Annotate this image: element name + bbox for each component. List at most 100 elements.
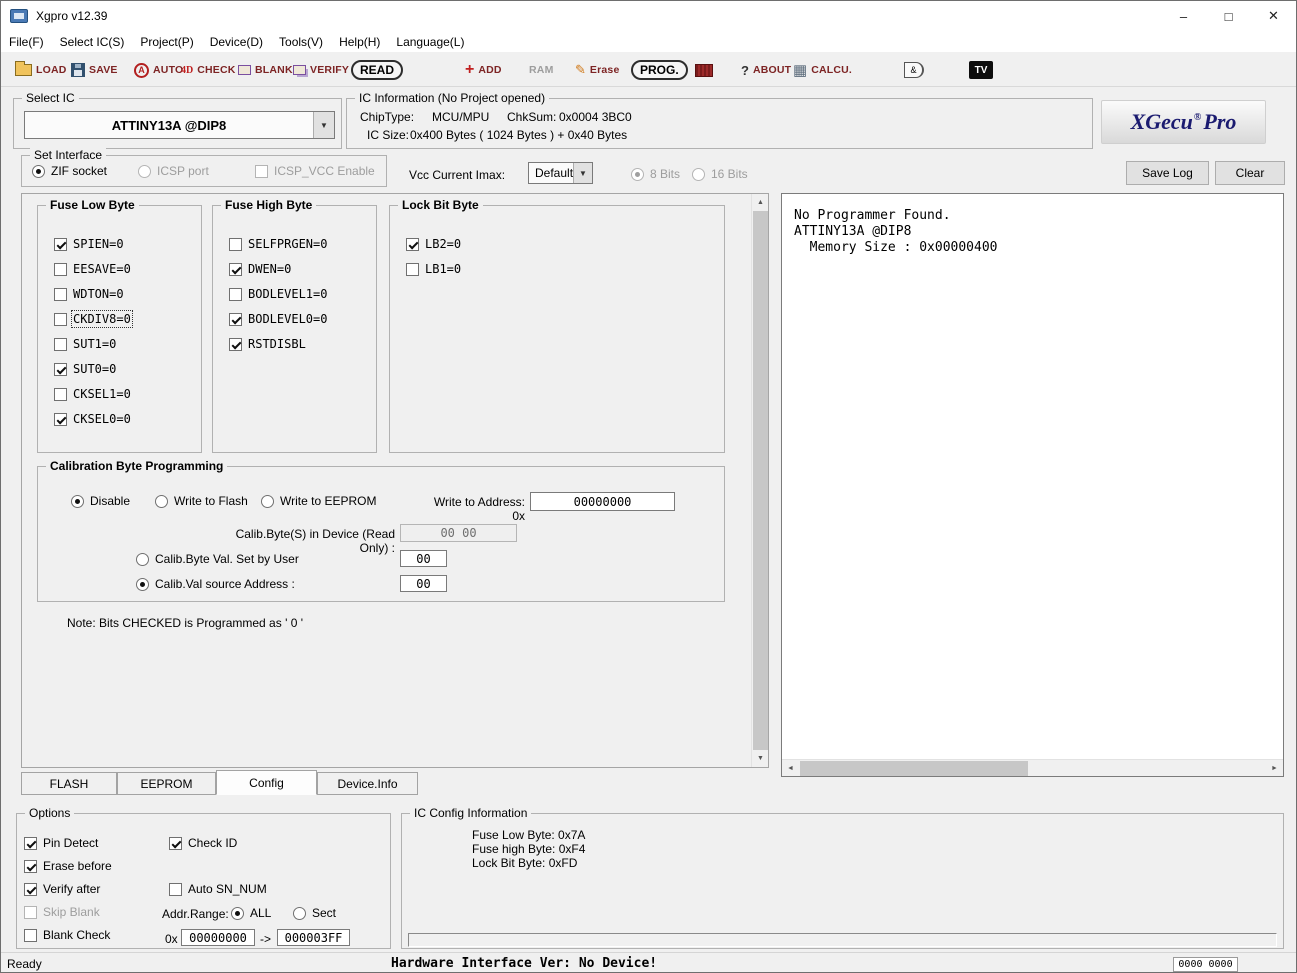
icsp-vcc-checkbox: ICSP_VCC Enable — [255, 164, 375, 178]
erase-button[interactable]: ✎Erase — [575, 53, 620, 87]
prog-button[interactable]: PROG. — [631, 53, 688, 87]
app-icon — [10, 9, 28, 23]
save-log-button[interactable]: Save Log — [1126, 161, 1209, 185]
menu-item-tools[interactable]: Tools(V) — [271, 31, 331, 53]
ic-combobox-dropdown-button[interactable]: ▼ — [313, 112, 334, 138]
verify-button[interactable]: VERIFY — [293, 53, 349, 87]
add-label: ADD — [478, 64, 501, 76]
tab-device-info[interactable]: Device.Info — [317, 772, 418, 795]
fuse-eesave-checkbox[interactable]: EESAVE=0 — [54, 262, 131, 276]
blank-check-checkbox[interactable]: Blank Check — [24, 928, 110, 942]
scroll-thumb[interactable] — [753, 211, 768, 750]
ic-combobox[interactable]: ATTINY13A @DIP8 ▼ — [24, 111, 335, 139]
menu-item-file[interactable]: File(F) — [1, 31, 52, 53]
verify-after-checkbox[interactable]: Verify after — [24, 882, 100, 896]
logic-test-button[interactable]: & — [904, 53, 924, 87]
fuse-bodlevel1-checkbox[interactable]: BODLEVEL1=0 — [229, 287, 327, 301]
calib-source-addr-radio[interactable]: Calib.Val source Address : — [136, 577, 295, 591]
calcu-label: CALCU. — [811, 64, 852, 76]
about-button[interactable]: ?ABOUT — [741, 53, 791, 87]
load-label: LOAD — [36, 64, 67, 76]
fuse-rstdisbl-checkbox[interactable]: RSTDISBL — [229, 337, 306, 351]
ic-info-group: IC Information (No Project opened) ChipT… — [346, 98, 1093, 149]
calib-user-val-input[interactable] — [400, 550, 447, 567]
calib-disable-radio[interactable]: Disable — [71, 494, 130, 508]
check-id-checkbox[interactable]: Check ID — [169, 836, 237, 850]
calib-write-eeprom-radio[interactable]: Write to EEPROM — [261, 494, 376, 508]
logic-gate-icon: & — [904, 62, 924, 78]
lock-lb1-checkbox[interactable]: LB1=0 — [406, 262, 461, 276]
scroll-up-icon: ▲ — [757, 199, 764, 206]
addr-range-sect-radio[interactable]: Sect — [293, 906, 336, 920]
menu-item-select-ic[interactable]: Select IC(S) — [52, 31, 133, 53]
toolbar: LOAD SAVE AAUTO 4DCHECK BLANK VERIFY REA… — [1, 53, 1296, 87]
chevron-down-icon[interactable]: ▼ — [573, 163, 592, 183]
calib-source-addr-input[interactable] — [400, 575, 447, 592]
fuse-dwen-checkbox[interactable]: DWEN=0 — [229, 262, 291, 276]
auto-button[interactable]: AAUTO — [134, 53, 183, 87]
calib-write-eeprom-label: Write to EEPROM — [280, 494, 376, 508]
vcc-current-select[interactable]: Default ▼ — [528, 162, 593, 184]
addr-range-sect-label: Sect — [312, 906, 336, 920]
menu-item-device[interactable]: Device(D) — [202, 31, 271, 53]
chiptype-value: MCU/MPU — [432, 110, 489, 124]
calib-user-val-radio[interactable]: Calib.Byte Val. Set by User — [136, 552, 299, 566]
lock-lb2-checkbox[interactable]: LB2=0 — [406, 237, 461, 251]
fuse-selfprgen-checkbox[interactable]: SELFPRGEN=0 — [229, 237, 327, 251]
zif-socket-radio[interactable]: ZIF socket — [32, 164, 107, 178]
tv-button[interactable]: TV — [969, 53, 993, 87]
write-addr-input[interactable] — [530, 492, 675, 511]
pin-detect-checkbox[interactable]: Pin Detect — [24, 836, 98, 850]
vertical-scrollbar[interactable]: ▲ ▼ — [751, 194, 768, 767]
fuse-cksel1-checkbox[interactable]: CKSEL1=0 — [54, 387, 131, 401]
fuse-cksel0-checkbox[interactable]: CKSEL0=0 — [54, 412, 131, 426]
menu-item-language[interactable]: Language(L) — [388, 31, 472, 53]
blank-button[interactable]: BLANK — [238, 53, 293, 87]
plus-icon: + — [465, 62, 474, 78]
check-button[interactable]: 4DCHECK — [181, 53, 236, 87]
addr-to-input[interactable] — [277, 929, 350, 946]
addr-range-all-radio[interactable]: ALL — [231, 906, 271, 920]
fuse-bodlevel0-checkbox[interactable]: BODLEVEL0=0 — [229, 312, 327, 326]
save-button[interactable]: SAVE — [71, 53, 118, 87]
scroll-down-button[interactable]: ▼ — [752, 750, 769, 767]
clear-button[interactable]: Clear — [1215, 161, 1285, 185]
minimize-button[interactable]: – — [1161, 1, 1206, 31]
fuse-sut0-checkbox[interactable]: SUT0=0 — [54, 362, 116, 376]
fuse-spien-checkbox[interactable]: SPIEN=0 — [54, 237, 124, 251]
menu-item-project[interactable]: Project(P) — [132, 31, 201, 53]
prog-oval: PROG. — [631, 60, 688, 80]
tab-eeprom[interactable]: EEPROM — [117, 772, 216, 795]
addr-from-input[interactable] — [181, 929, 255, 946]
fuse-ckdiv8-checkbox[interactable]: CKDIV8=0 — [54, 312, 131, 326]
close-button[interactable]: ✕ — [1251, 1, 1296, 31]
radio-dot — [32, 165, 45, 178]
auto-glyph: A — [138, 65, 145, 75]
vcc-current-value: Default — [529, 163, 573, 183]
select-ic-group-label: Select IC — [22, 91, 79, 106]
auto-sn-checkbox[interactable]: Auto SN_NUM — [169, 882, 267, 896]
pin-detect-label: Pin Detect — [43, 836, 98, 850]
erase-before-checkbox[interactable]: Erase before — [24, 859, 112, 873]
calib-write-flash-radio[interactable]: Write to Flash — [155, 494, 248, 508]
checkbox-box — [406, 263, 419, 276]
zif-socket-label: ZIF socket — [51, 164, 107, 178]
minimize-icon: – — [1180, 9, 1187, 24]
add-button[interactable]: + ADD — [465, 53, 502, 87]
read-button[interactable]: READ — [351, 53, 403, 87]
fuse-eesave-label: EESAVE=0 — [73, 262, 131, 276]
tab-flash[interactable]: FLASH — [21, 772, 117, 795]
calcu-button[interactable]: ▦CALCU. — [793, 53, 852, 87]
maximize-button[interactable]: □ — [1206, 1, 1251, 31]
menu-item-help[interactable]: Help(H) — [331, 31, 388, 53]
fuse-rstdisbl-label: RSTDISBL — [248, 337, 306, 351]
tab-config[interactable]: Config — [216, 770, 317, 795]
checkbox-box — [24, 837, 37, 850]
calib-source-addr-label: Calib.Val source Address : — [155, 577, 295, 591]
fuse-wdton-checkbox[interactable]: WDTON=0 — [54, 287, 124, 301]
chip-test-button[interactable] — [695, 53, 713, 87]
scroll-up-button[interactable]: ▲ — [752, 194, 769, 211]
load-button[interactable]: LOAD — [15, 53, 67, 87]
fuse-sut1-checkbox[interactable]: SUT1=0 — [54, 337, 116, 351]
config-panel: Fuse Low Byte SPIEN=0 EESAVE=0 WDTON=0 C… — [21, 193, 769, 768]
